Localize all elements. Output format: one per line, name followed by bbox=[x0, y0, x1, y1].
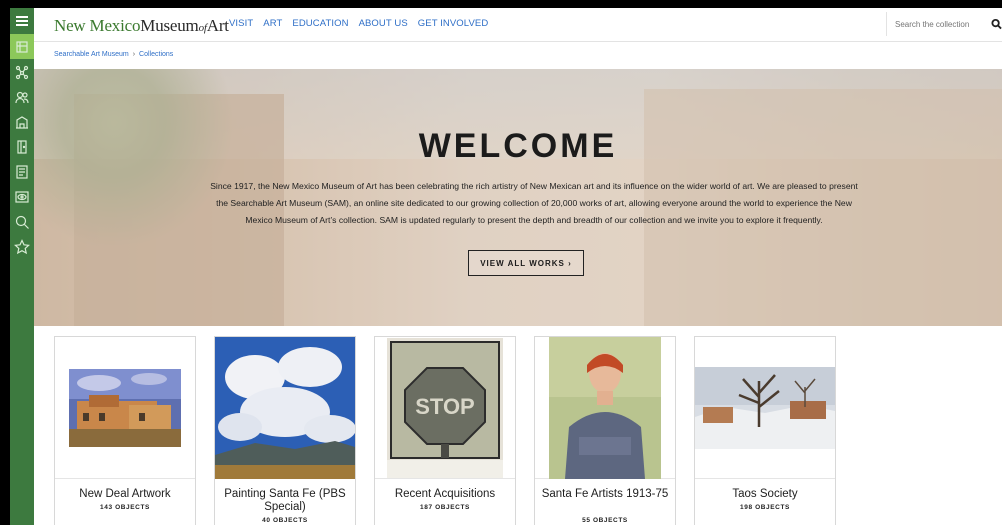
breadcrumb-current[interactable]: Collections bbox=[139, 51, 173, 58]
collection-title: New Deal Artwork bbox=[79, 488, 171, 500]
site-logo[interactable]: New MexicoMuseumofArt bbox=[54, 16, 229, 36]
collection-title: Painting Santa Fe (PBS Special) bbox=[224, 488, 346, 513]
search-box bbox=[886, 12, 1002, 36]
logo-text-new-mexico: New Mexico bbox=[54, 16, 141, 35]
document-icon[interactable] bbox=[10, 159, 34, 184]
collection-card[interactable]: STOP Recent Acquisitions 187 OBJECTS bbox=[374, 336, 516, 525]
hero-banner: WELCOME Since 1917, the New Mexico Museu… bbox=[34, 69, 1002, 326]
logo-text-art: Art bbox=[206, 16, 229, 35]
browser-viewport: New MexicoMuseumofArt VISIT ART EDUCATIO… bbox=[10, 8, 1002, 525]
breadcrumb-root[interactable]: Searchable Art Museum bbox=[54, 51, 129, 58]
building-icon[interactable] bbox=[10, 109, 34, 134]
main-nav: VISIT ART EDUCATION ABOUT US GET INVOLVE… bbox=[229, 18, 488, 29]
site-header: New MexicoMuseumofArt VISIT ART EDUCATIO… bbox=[34, 8, 1002, 42]
collection-title: Taos Society bbox=[732, 488, 798, 500]
network-icon[interactable] bbox=[10, 59, 34, 84]
star-icon[interactable] bbox=[10, 234, 34, 259]
hero-title: WELCOME bbox=[418, 127, 618, 165]
svg-text:STOP: STOP bbox=[415, 394, 475, 419]
logo-text-of: of bbox=[198, 22, 207, 34]
collection-count: 198 OBJECTS bbox=[740, 504, 790, 511]
logo-text-museum: Museum bbox=[140, 16, 199, 35]
hero-description: Since 1917, the New Mexico Museum of Art… bbox=[210, 181, 858, 225]
eye-icon[interactable] bbox=[10, 184, 34, 209]
nav-education[interactable]: EDUCATION bbox=[292, 18, 348, 29]
people-icon[interactable] bbox=[10, 84, 34, 109]
collection-thumbnail-painting-santa-fe bbox=[215, 336, 355, 479]
nav-visit[interactable]: VISIT bbox=[229, 18, 253, 29]
collection-cards: New Deal Artwork 143 OBJECTS Painting Sa… bbox=[54, 336, 836, 525]
collection-count: 55 OBJECTS bbox=[582, 517, 628, 524]
menu-icon[interactable] bbox=[10, 8, 34, 34]
collection-thumbnail-recent-acquisitions: STOP bbox=[375, 337, 515, 479]
view-all-works-button[interactable]: VIEW ALL WORKS › bbox=[468, 250, 584, 276]
collection-thumbnail-santa-fe-artists bbox=[535, 336, 675, 479]
search-icon[interactable] bbox=[10, 209, 34, 234]
breadcrumb-separator: › bbox=[132, 51, 136, 58]
collection-card[interactable]: Taos Society 198 OBJECTS bbox=[694, 336, 836, 525]
collection-count: 40 OBJECTS bbox=[262, 517, 308, 524]
collection-title: Santa Fe Artists 1913-75 bbox=[541, 488, 669, 500]
door-icon[interactable] bbox=[10, 134, 34, 159]
collection-count: 187 OBJECTS bbox=[420, 504, 470, 511]
collections-icon[interactable] bbox=[10, 34, 34, 59]
collection-thumbnail-taos-society bbox=[695, 337, 835, 479]
collection-count: 143 OBJECTS bbox=[100, 504, 150, 511]
collection-card[interactable]: Santa Fe Artists 1913-75 55 OBJECTS bbox=[534, 336, 676, 525]
collection-card[interactable]: New Deal Artwork 143 OBJECTS bbox=[54, 336, 196, 525]
nav-about-us[interactable]: ABOUT US bbox=[359, 18, 408, 29]
nav-get-involved[interactable]: GET INVOLVED bbox=[418, 18, 489, 29]
search-button-icon[interactable] bbox=[991, 18, 1002, 30]
nav-art[interactable]: ART bbox=[263, 18, 282, 29]
breadcrumb: Searchable Art Museum › Collections bbox=[54, 51, 173, 58]
search-input[interactable] bbox=[895, 19, 985, 29]
collection-card[interactable]: Painting Santa Fe (PBS Special) 40 OBJEC… bbox=[214, 336, 356, 525]
sidebar bbox=[10, 8, 34, 525]
collection-title: Recent Acquisitions bbox=[394, 488, 496, 500]
collection-thumbnail-new-deal bbox=[55, 337, 195, 479]
